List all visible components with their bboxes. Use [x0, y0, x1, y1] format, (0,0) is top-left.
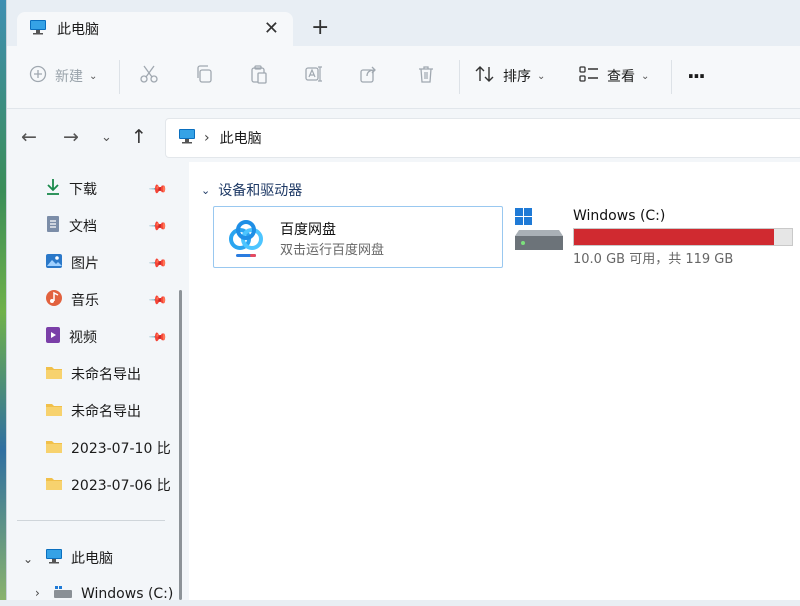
trash-icon [416, 64, 436, 88]
baidu-netdisk-item[interactable]: 百度网盘 双击运行百度网盘 [213, 206, 503, 268]
sidebar-item-label: 未命名导出 [71, 404, 141, 420]
sidebar-item-folder[interactable]: 2023-07-10 比 [45, 436, 177, 460]
computer-icon [178, 128, 196, 148]
baidu-netdisk-title: 百度网盘 [280, 222, 336, 238]
sidebar-item-label: 文档 [69, 219, 97, 235]
chevron-down-icon: ⌄ [201, 183, 211, 197]
sidebar-item-this-pc[interactable]: 此电脑 [45, 546, 177, 570]
computer-icon [45, 548, 63, 568]
sidebar-item-label: 下载 [69, 182, 97, 198]
picture-icon [45, 253, 63, 273]
video-icon [45, 326, 61, 348]
drive-icon [53, 585, 73, 603]
title-bar: 此电脑 ✕ + [7, 0, 800, 46]
sort-button[interactable]: 排序 ⌄ [475, 60, 545, 92]
back-arrow-icon[interactable]: ← [21, 126, 37, 148]
sidebar-item-label: 此电脑 [71, 551, 113, 567]
document-icon [45, 215, 61, 237]
rename-button[interactable] [304, 60, 324, 92]
toolbar-separator [459, 60, 460, 94]
toolbar-separator [119, 60, 120, 94]
group-header-label: 设备和驱动器 [218, 183, 303, 199]
drive-name: Windows (C:) [573, 208, 666, 224]
address-bar[interactable]: › 此电脑 [165, 118, 800, 158]
sidebar-item-label: 2023-07-06 比 [71, 478, 171, 494]
new-button-label: 新建 [55, 69, 83, 85]
drive-usage-fill [574, 229, 774, 245]
up-arrow-icon[interactable]: ↑ [131, 126, 147, 148]
new-tab-button[interactable]: + [311, 14, 329, 42]
cut-icon [139, 64, 159, 88]
file-explorer-window: 此电脑 ✕ + 新建 ⌄ 排序 ⌄ 查看 ⌄ ··· ← → ⌄ ↑ › 此电脑… [6, 0, 800, 602]
expand-chevron-icon[interactable]: ⌄ [23, 552, 33, 566]
forward-arrow-icon[interactable]: → [63, 126, 79, 148]
sort-label: 排序 [503, 69, 531, 85]
paste-button[interactable] [249, 60, 269, 92]
sidebar-item-label: 图片 [71, 256, 99, 272]
share-icon [359, 64, 379, 88]
sidebar-item-label: 2023-07-10 比 [71, 441, 171, 457]
music-icon [45, 289, 63, 311]
group-header-devices[interactable]: ⌄ 设备和驱动器 [201, 180, 302, 200]
chevron-down-icon: ⌄ [641, 70, 650, 82]
close-tab-icon[interactable]: ✕ [264, 18, 279, 39]
view-list-icon [579, 65, 599, 87]
sidebar-item-label: 音乐 [71, 293, 99, 309]
new-button[interactable]: 新建 ⌄ [29, 60, 97, 92]
copy-button[interactable] [194, 60, 214, 92]
collapse-chevron-icon[interactable]: › [35, 586, 40, 600]
view-button[interactable]: 查看 ⌄ [579, 60, 649, 92]
folder-icon [45, 364, 63, 384]
baidu-netdisk-icon [226, 219, 266, 263]
sort-icon [475, 65, 495, 87]
folder-icon [45, 438, 63, 458]
sidebar-divider [17, 520, 165, 521]
navigation-pane: 下载 📌 文档 📌 图片 📌 音乐 📌 视频 📌 未命名导出 未命名导出 202… [7, 162, 189, 602]
computer-icon [29, 19, 47, 39]
navigation-bar: ← → ⌄ ↑ › 此电脑 [7, 112, 800, 162]
sidebar-item-folder[interactable]: 未命名导出 [45, 399, 177, 423]
chevron-down-icon: ⌄ [537, 70, 546, 82]
windows-drive-icon [513, 206, 565, 256]
recent-locations-chevron-icon[interactable]: ⌄ [101, 130, 112, 145]
sidebar-item-label: 未命名导出 [71, 367, 141, 383]
command-bar: 新建 ⌄ 排序 ⌄ 查看 ⌄ ··· [7, 46, 800, 109]
tab-label: 此电脑 [57, 22, 99, 38]
baidu-netdisk-subtitle: 双击运行百度网盘 [280, 243, 385, 258]
share-button[interactable] [359, 60, 379, 92]
toolbar-separator [671, 60, 672, 94]
breadcrumb-chevron-icon[interactable]: › [204, 130, 210, 146]
sidebar-item-label: 视频 [69, 330, 97, 346]
cut-button[interactable] [139, 60, 159, 92]
tab-this-pc[interactable]: 此电脑 ✕ [17, 12, 293, 46]
drive-free-space: 10.0 GB 可用，共 119 GB [573, 252, 734, 267]
sidebar-item-folder[interactable]: 2023-07-06 比 [45, 473, 177, 497]
drive-usage-bar [573, 228, 793, 246]
sidebar-scrollbar[interactable] [179, 290, 182, 600]
rename-icon [304, 64, 324, 88]
chevron-down-icon: ⌄ [89, 70, 98, 82]
copy-icon [194, 64, 214, 88]
add-circle-icon [29, 65, 47, 87]
sidebar-item-folder[interactable]: 未命名导出 [45, 362, 177, 386]
view-label: 查看 [607, 69, 635, 85]
delete-button[interactable] [416, 60, 436, 92]
paste-icon [249, 64, 269, 88]
folder-icon [45, 401, 63, 421]
more-options-button[interactable]: ··· [687, 60, 706, 92]
download-icon [45, 178, 61, 200]
folder-icon [45, 475, 63, 495]
breadcrumb-this-pc[interactable]: 此电脑 [220, 128, 262, 148]
content-pane: ⌄ 设备和驱动器 百度网盘 双击运行百度网盘 Windows (C:) 10.0… [189, 162, 800, 600]
sidebar-item-windows-drive[interactable]: Windows (C:) [53, 582, 173, 606]
